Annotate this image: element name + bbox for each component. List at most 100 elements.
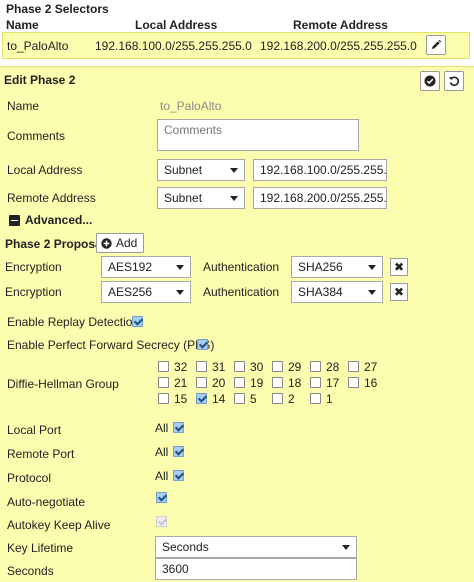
- dh-group-label-15: 15: [174, 392, 188, 406]
- local-address-input[interactable]: 192.168.100.0/255.255.: [253, 159, 387, 181]
- local-address-type-select[interactable]: Subnet: [157, 159, 245, 181]
- dh-group-label-1: 1: [326, 392, 333, 406]
- chevron-down-icon: [368, 290, 376, 295]
- dh-group-checkbox-15[interactable]: [158, 393, 169, 404]
- dh-group-label-20: 20: [212, 376, 226, 390]
- comments-label: Comments: [7, 129, 66, 143]
- pencil-icon: [432, 39, 442, 49]
- authentication-select-2[interactable]: SHA384: [291, 281, 383, 303]
- edit-pencil-button[interactable]: [426, 35, 446, 55]
- encryption-select-1[interactable]: AES192: [101, 256, 191, 278]
- encryption-select-2[interactable]: AES256: [101, 281, 191, 303]
- edit-title: Edit Phase 2: [4, 73, 76, 87]
- key-lifetime-label: Key Lifetime: [7, 541, 74, 555]
- dh-group-checkbox-16[interactable]: [348, 377, 359, 388]
- chevron-down-icon: [176, 290, 184, 295]
- selector-local: 192.168.100.0/255.255.255.0: [95, 39, 252, 53]
- selector-row[interactable]: to_PaloAlto 192.168.100.0/255.255.255.0 …: [2, 32, 470, 59]
- col-header-remote: Remote Address: [293, 18, 388, 32]
- dh-group-checkbox-17[interactable]: [310, 377, 321, 388]
- key-lifetime-value: Seconds: [162, 540, 209, 554]
- chevron-down-icon: [230, 196, 238, 201]
- selector-remote: 192.168.200.0/255.255.255.0: [260, 39, 417, 53]
- auto-negotiate-label: Auto-negotiate: [7, 495, 86, 509]
- dh-group-checkbox-19[interactable]: [234, 377, 245, 388]
- authentication-value-2: SHA384: [298, 285, 343, 299]
- dh-group-label: Diffie-Hellman Group: [7, 377, 119, 391]
- dh-group-checkbox-14[interactable]: [196, 393, 207, 404]
- encryption-value-1: AES192: [108, 260, 153, 274]
- remove-proposal-button-1[interactable]: ✖: [390, 258, 408, 276]
- dh-group-checkbox-1[interactable]: [310, 393, 321, 404]
- local-port-all-checkbox[interactable]: [173, 422, 184, 433]
- dh-group-checkbox-18[interactable]: [272, 377, 283, 388]
- dh-group-checkbox-27[interactable]: [348, 361, 359, 372]
- local-port-label: Local Port: [7, 423, 62, 437]
- encryption-label-1: Encryption: [5, 260, 62, 274]
- seconds-input[interactable]: 3600: [155, 558, 357, 580]
- dh-group-checkbox-28[interactable]: [310, 361, 321, 372]
- replay-checkbox[interactable]: [132, 316, 143, 327]
- dh-group-label-29: 29: [288, 360, 302, 374]
- proposal-label: Phase 2 Proposal: [5, 237, 106, 251]
- authentication-select-1[interactable]: SHA256: [291, 256, 383, 278]
- add-proposal-button[interactable]: Add: [96, 233, 145, 253]
- remote-address-label: Remote Address: [7, 191, 96, 205]
- dh-group-label-2: 2: [288, 392, 295, 406]
- remote-address-type-select[interactable]: Subnet: [157, 187, 245, 209]
- replay-label: Enable Replay Detection: [7, 315, 140, 329]
- local-type-value: Subnet: [164, 163, 203, 177]
- dh-group-checkbox-32[interactable]: [158, 361, 169, 372]
- local-address-label: Local Address: [7, 163, 83, 177]
- protocol-all-checkbox[interactable]: [173, 470, 184, 481]
- dh-group-checkbox-30[interactable]: [234, 361, 245, 372]
- authentication-label-2: Authentication: [203, 285, 280, 299]
- close-icon: ✖: [393, 260, 405, 274]
- dh-group-checkbox-20[interactable]: [196, 377, 207, 388]
- dh-group-checkbox-29[interactable]: [272, 361, 283, 372]
- selector-name: to_PaloAlto: [7, 39, 69, 53]
- dh-group-label-28: 28: [326, 360, 340, 374]
- keepalive-label: Autokey Keep Alive: [7, 518, 111, 532]
- dh-group-label-27: 27: [364, 360, 378, 374]
- comments-textarea[interactable]: [157, 119, 359, 151]
- check-circle-icon: [424, 75, 436, 87]
- keepalive-checkbox: [156, 516, 167, 527]
- pfs-checkbox[interactable]: [197, 339, 208, 350]
- dh-group-label-14: 14: [212, 392, 226, 406]
- chevron-down-icon: [230, 168, 238, 173]
- remote-port-all-checkbox[interactable]: [173, 446, 184, 457]
- seconds-label: Seconds: [7, 564, 54, 578]
- dh-group-label-16: 16: [364, 376, 378, 390]
- remote-port-all: All: [155, 445, 169, 459]
- encryption-value-2: AES256: [108, 285, 153, 299]
- remote-port-label: Remote Port: [7, 447, 75, 461]
- add-label: Add: [116, 236, 138, 250]
- dh-group-label-31: 31: [212, 360, 226, 374]
- protocol-all: All: [155, 469, 169, 483]
- col-header-name: Name: [6, 18, 39, 32]
- dh-group-checkbox-21[interactable]: [158, 377, 169, 388]
- advanced-toggle[interactable]: Advanced...: [25, 213, 92, 227]
- undo-button[interactable]: [444, 71, 464, 91]
- dh-group-checkbox-31[interactable]: [196, 361, 207, 372]
- dh-group-label-5: 5: [250, 392, 257, 406]
- remote-address-input[interactable]: 192.168.200.0/255.255.: [253, 187, 387, 209]
- selectors-title: Phase 2 Selectors: [6, 2, 109, 16]
- dh-group-label-21: 21: [174, 376, 188, 390]
- dh-group-checkbox-2[interactable]: [272, 393, 283, 404]
- auto-negotiate-checkbox[interactable]: [156, 492, 167, 503]
- apply-button[interactable]: [420, 71, 440, 91]
- chevron-down-icon: [368, 265, 376, 270]
- local-port-all: All: [155, 421, 169, 435]
- remove-proposal-button-2[interactable]: ✖: [390, 283, 408, 301]
- close-icon: ✖: [393, 285, 405, 299]
- name-label: Name: [7, 99, 40, 113]
- dh-group-label-18: 18: [288, 376, 302, 390]
- authentication-value-1: SHA256: [298, 260, 343, 274]
- dh-group-checkbox-5[interactable]: [234, 393, 245, 404]
- col-header-local: Local Address: [135, 18, 218, 32]
- collapse-minus-icon[interactable]: [9, 215, 20, 226]
- encryption-label-2: Encryption: [5, 285, 62, 299]
- key-lifetime-select[interactable]: Seconds: [155, 536, 357, 558]
